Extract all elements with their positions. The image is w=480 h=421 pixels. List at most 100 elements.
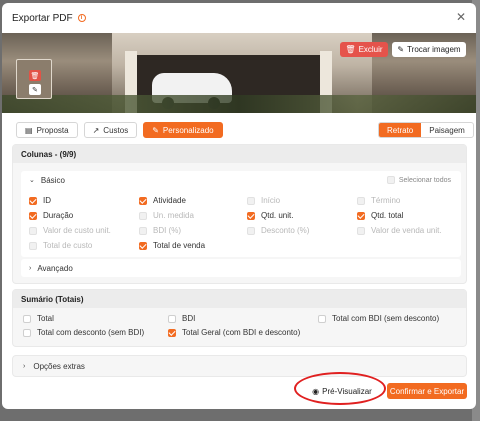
checkbox[interactable] [23,314,31,323]
trash-icon[interactable]: 🗑 [29,70,41,81]
trash-icon: 🗑 [345,45,356,54]
option-label: Total [37,314,54,323]
checkbox[interactable] [29,196,37,205]
column-option[interactable]: Qtd. unit. [247,211,293,220]
advanced-toggle[interactable]: › Avançado [21,259,461,277]
summary-option[interactable]: Total Geral (com BDI e desconto) [168,328,300,337]
tab-proposta[interactable]: ▤ Proposta [16,122,78,138]
option-label: Un. medida [153,211,194,220]
option-label: Qtd. unit. [261,211,294,220]
template-tabs: ▤ Proposta ↗ Custos ✎ Personalizado [16,122,223,138]
column-option: Total de custo [29,241,92,250]
column-option: Término [357,196,400,205]
chevron-right-icon: › [23,362,26,370]
option-label: Valor de venda unit. [371,226,442,235]
columns-title: Colunas - (9/9) [13,145,466,163]
tab-custos[interactable]: ↗ Custos [83,122,138,138]
checkbox [139,226,147,235]
preview-button[interactable]: ◉ Pré-Visualizar [304,383,380,399]
checkbox[interactable] [318,314,326,323]
checkbox[interactable] [23,328,31,337]
option-label: Valor de custo unit. [43,226,111,235]
tab-label: Custos [103,125,129,135]
document-icon: ▤ [25,125,33,135]
column-option: Início [247,196,280,205]
option-label: Total de venda [153,241,206,250]
column-option[interactable]: Atividade [139,196,186,205]
option-label: Total de custo [43,241,93,250]
column-option: Valor de custo unit. [29,226,111,235]
summary-title: Sumário (Totais) [13,290,466,308]
modal-title: Exportar PDF [12,12,73,24]
checkbox [357,226,365,235]
checkbox[interactable] [29,211,37,220]
chart-line-icon: ↗ [92,125,100,135]
option-label: Atividade [153,196,186,205]
summary-option[interactable]: Total com BDI (sem desconto) [318,314,439,323]
column-option[interactable]: ID [29,196,51,205]
cover-thumbnail: 🗑 ✎ [16,59,52,99]
option-label: BDI (%) [153,226,181,235]
summary-option[interactable]: Total com desconto (sem BDI) [23,328,144,337]
column-option[interactable]: Qtd. total [357,211,403,220]
orientation-toggle: Retrato Paisagem [378,122,474,138]
checkbox[interactable] [168,314,176,323]
columns-panel: Colunas - (9/9) ⌄ Básico Selecionar todo… [12,144,467,284]
preview-label: Pré-Visualizar [322,386,372,396]
chevron-right-icon: › [29,264,32,272]
export-pdf-modal: Exportar PDF i ✕ 🗑 ✎ 🗑 Excluir ✎ Trocar … [2,3,476,409]
delete-image-button[interactable]: 🗑 Excluir [340,42,388,57]
summary-panel: Sumário (Totais) Total BDI Total com BDI… [12,289,467,347]
info-circle-icon[interactable]: i [77,14,86,22]
basic-label: Básico [40,175,65,185]
checkbox [357,196,365,205]
option-label: Total com desconto (sem BDI) [37,328,145,337]
modal-header: Exportar PDF i [2,3,476,33]
column-option[interactable]: Total de venda [139,241,205,250]
select-all[interactable]: Selecionar todos [386,176,451,184]
checkbox[interactable] [139,241,147,250]
option-label: Duração [43,211,74,220]
option-label: ID [43,196,51,205]
pencil-icon[interactable]: ✎ [29,84,41,95]
checkbox[interactable] [168,328,176,337]
pencil-icon: ✎ [152,125,159,135]
confirm-export-button[interactable]: Confirmar e Exportar [387,383,467,399]
option-label: Total com BDI (sem desconto) [332,314,440,323]
checkbox [247,196,255,205]
close-icon[interactable]: ✕ [456,11,466,23]
advanced-label: Avançado [37,263,73,273]
option-label: BDI [182,314,196,323]
checkbox [29,226,37,235]
checkbox [247,226,255,235]
orientation-portrait[interactable]: Retrato [379,123,422,137]
column-option: Un. medida [139,211,194,220]
checkbox[interactable] [357,211,365,220]
extras-section[interactable]: › Opções extras [12,355,467,377]
delete-image-label: Excluir [358,45,383,54]
summary-option[interactable]: BDI [168,314,195,323]
tab-label: Personalizado [162,125,214,135]
basic-section: ⌄ Básico Selecionar todos ID Atividade I… [21,171,461,257]
option-label: Início [261,196,281,205]
select-all-checkbox[interactable] [386,176,395,184]
option-label: Total Geral (com BDI e desconto) [182,328,301,337]
checkbox[interactable] [139,196,147,205]
pencil-icon: ✎ [397,45,405,54]
tab-personalizado[interactable]: ✎ Personalizado [143,122,223,138]
checkbox[interactable] [247,211,255,220]
orientation-landscape[interactable]: Paisagem [421,123,473,137]
eye-icon: ◉ [312,386,320,396]
extras-label: Opções extras [33,361,85,371]
change-image-button[interactable]: ✎ Trocar imagem [392,42,466,57]
summary-option[interactable]: Total [23,314,54,323]
advanced-section[interactable]: › Avançado [21,259,461,277]
column-option: Valor de venda unit. [357,226,442,235]
column-option: BDI (%) [139,226,181,235]
tab-label: Proposta [36,125,69,135]
column-option[interactable]: Duração [29,211,73,220]
change-image-label: Trocar imagem [407,45,461,54]
option-label: Qtd. total [371,211,404,220]
checkbox [29,241,37,250]
option-label: Desconto (%) [261,226,310,235]
